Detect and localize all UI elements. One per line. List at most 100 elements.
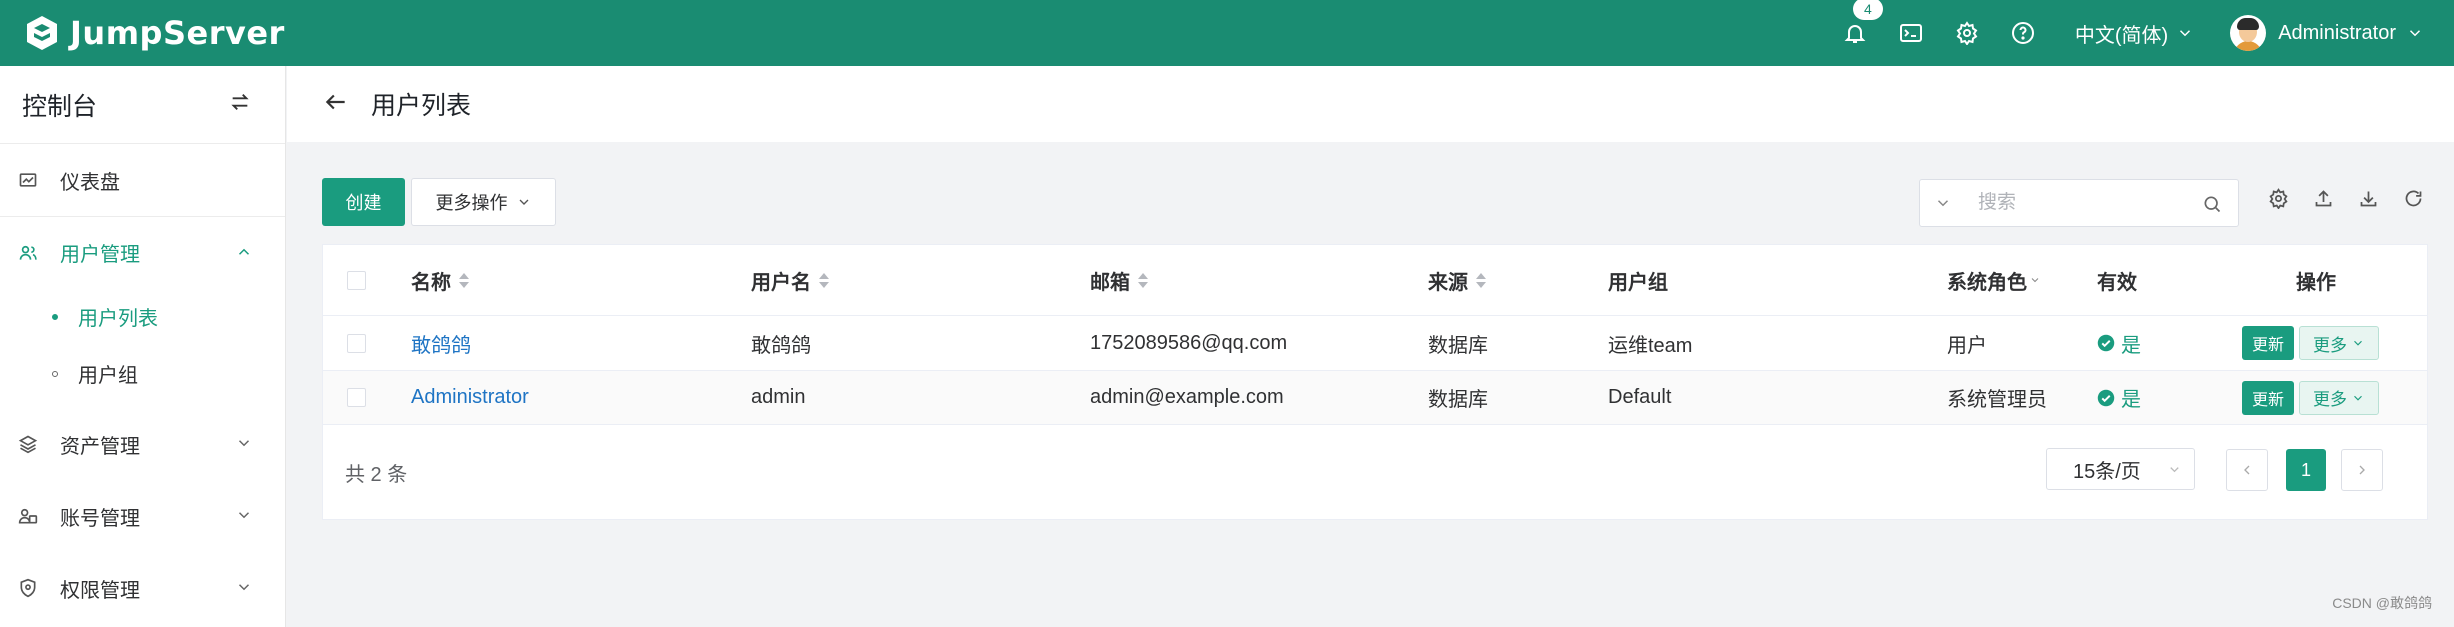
sidebar-subitem-user-list[interactable]: 用户列表 — [0, 288, 285, 345]
page-number-current[interactable]: 1 — [2286, 449, 2326, 491]
notification-badge: 4 — [1852, 0, 1883, 20]
column-header-email[interactable]: 邮箱 — [1090, 245, 1148, 315]
sidebar-item-account-management[interactable]: 账号管理 — [0, 480, 285, 552]
table-tools — [2256, 188, 2436, 209]
page-size-label: 15条/页 — [2073, 460, 2141, 483]
row-checkbox[interactable] — [347, 333, 366, 353]
username-cell: admin — [751, 386, 806, 408]
chevron-down-icon — [2031, 278, 2039, 283]
chevron-left-icon — [2244, 465, 2250, 475]
table-header: 名称 用户名 邮箱 来源 用户组 系统角色 有效 操作 — [323, 245, 2427, 316]
sidebar-subitem-label: 用户列表 — [78, 308, 158, 330]
chevron-down-icon — [238, 584, 250, 591]
username-cell: 敢鸽鸽 — [751, 334, 811, 357]
import-button[interactable] — [2301, 188, 2346, 209]
select-all-checkbox[interactable] — [347, 270, 366, 290]
column-header-name[interactable]: 名称 — [411, 245, 469, 315]
bullet-icon — [52, 370, 58, 377]
column-label: 系统角色 — [1947, 271, 2027, 294]
sidebar-item-permission-management[interactable]: 权限管理 — [0, 552, 285, 624]
column-label: 邮箱 — [1090, 271, 1130, 294]
refresh-button[interactable] — [2391, 188, 2436, 209]
column-header-source[interactable]: 来源 — [1428, 245, 1486, 315]
prev-page-button[interactable] — [2226, 449, 2268, 491]
actions-cell: 更新 更多 — [2242, 371, 2379, 424]
user-name-link[interactable]: Administrator — [411, 371, 529, 424]
row-more-label: 更多 — [2313, 390, 2347, 409]
search-box — [1919, 179, 2239, 227]
role-cell: 用户 — [1947, 334, 1987, 357]
source-cell: 数据库 — [1428, 334, 1488, 357]
sidebar-item-label: 资产管理 — [60, 435, 140, 458]
back-button[interactable] — [287, 89, 349, 120]
terminal-icon — [1899, 24, 1922, 42]
chevron-down-icon — [2180, 30, 2191, 37]
email-cell: 1752089586@qq.com — [1090, 331, 1288, 354]
avatar — [2230, 15, 2267, 51]
row-more-button[interactable]: 更多 — [2299, 380, 2379, 415]
switch-arrows-icon — [231, 94, 249, 110]
sidebar-item-user-management[interactable]: 用户管理 — [0, 216, 285, 288]
help-button[interactable] — [1995, 0, 2051, 66]
sidebar-header: 控制台 — [0, 66, 285, 144]
sort-icon — [819, 272, 829, 288]
next-page-button[interactable] — [2341, 449, 2383, 491]
search-input[interactable] — [1978, 192, 2188, 214]
chevron-down-icon — [2409, 30, 2421, 37]
sidebar-subitem-user-group[interactable]: 用户组 — [0, 345, 285, 402]
email-cell: admin@example.com — [1090, 386, 1284, 408]
create-button[interactable]: 创建 — [322, 178, 405, 226]
valid-cell: 是 — [2097, 316, 2141, 370]
sort-icon — [459, 272, 469, 288]
sort-icon — [1476, 272, 1486, 288]
notifications-button[interactable]: 4 — [1827, 0, 1883, 66]
sidebar-item-label: 权限管理 — [60, 579, 140, 602]
column-label: 操作 — [2296, 271, 2336, 294]
source-cell: 数据库 — [1428, 389, 1488, 411]
update-button[interactable]: 更新 — [2242, 380, 2294, 415]
gear-icon — [1956, 21, 1978, 45]
web-terminal-button[interactable] — [1883, 0, 1939, 66]
top-navbar: JumpServer 4 中文(简体) Administrator — [0, 0, 2454, 66]
search-filter-dropdown[interactable] — [1934, 194, 1952, 212]
user-menu[interactable]: Administrator — [2230, 15, 2424, 51]
update-button[interactable]: 更新 — [2242, 326, 2294, 360]
page-size-select[interactable]: 15条/页 — [2046, 448, 2195, 490]
row-more-label: 更多 — [2313, 335, 2347, 355]
more-actions-button[interactable]: 更多操作 — [411, 178, 556, 226]
user-table-card: 名称 用户名 邮箱 来源 用户组 系统角色 有效 操作 敢鸽鸽 敢鸽鸽 1752… — [322, 244, 2428, 520]
sidebar-item-label: 用户管理 — [60, 244, 140, 266]
bullet-icon — [52, 313, 58, 320]
sidebar-item-dashboard[interactable]: 仪表盘 — [0, 144, 285, 216]
column-header-valid: 有效 — [2097, 245, 2137, 315]
table-settings-button[interactable] — [2256, 188, 2301, 209]
user-name: Administrator — [2278, 21, 2396, 44]
settings-button[interactable] — [1939, 0, 1995, 66]
column-header-actions: 操作 — [2296, 245, 2336, 315]
users-icon — [19, 245, 37, 260]
user-name-link[interactable]: 敢鸽鸽 — [411, 316, 471, 370]
page-header: 用户列表 — [287, 66, 2454, 142]
column-header-username[interactable]: 用户名 — [751, 245, 829, 315]
column-header-role[interactable]: 系统角色 — [1947, 245, 2041, 315]
search-icon — [2204, 196, 2221, 213]
column-header-group: 用户组 — [1608, 245, 1668, 315]
switch-view-button[interactable] — [229, 91, 251, 118]
valid-cell: 是 — [2097, 371, 2141, 424]
table-row: 敢鸽鸽 敢鸽鸽 1752089586@qq.com 数据库 运维team 用户 … — [323, 316, 2427, 371]
download-icon — [2360, 191, 2377, 207]
row-checkbox[interactable] — [347, 388, 366, 407]
refresh-icon — [2405, 190, 2422, 207]
sidebar-subitem-label: 用户组 — [78, 365, 138, 387]
export-button[interactable] — [2346, 188, 2391, 209]
jumpserver-logo[interactable]: JumpServer — [22, 13, 285, 53]
language-selector[interactable]: 中文(简体) — [2075, 19, 2194, 48]
row-more-button[interactable]: 更多 — [2299, 326, 2379, 360]
bell-icon — [1844, 25, 1866, 43]
chevron-down-icon — [1937, 200, 1949, 207]
check-circle-icon — [2097, 389, 2115, 406]
search-button[interactable] — [2202, 194, 2222, 214]
sidebar-item-asset-management[interactable]: 资产管理 — [0, 408, 285, 480]
upload-icon — [2315, 190, 2332, 207]
sort-icon — [1138, 272, 1148, 288]
